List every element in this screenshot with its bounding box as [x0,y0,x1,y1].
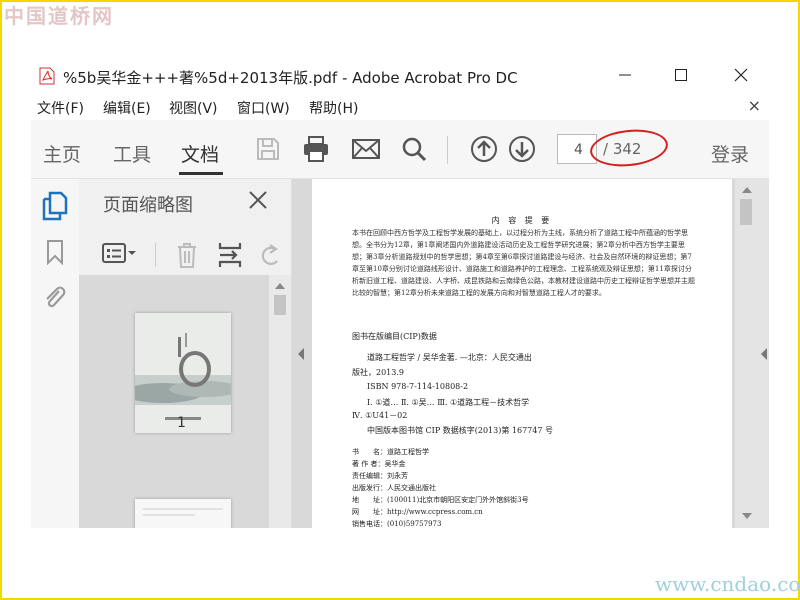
previous-page-button[interactable] [467,132,501,166]
cip-line-1: 道路工程哲学 / 吴华金著. —北京：人民交通出 [367,353,532,362]
acrobat-window: %5b吴华金+++著%5d+2013年版.pdf - Adobe Acrobat… [31,58,769,528]
menu-help[interactable]: 帮助(H) [309,98,358,118]
thumbnail-list: 1 [79,275,269,528]
sign-in-button[interactable]: 登录 [711,140,749,167]
page-thumbnails-panel: 页面缩略图 1 [79,179,292,528]
close-document-icon[interactable]: × [748,96,761,115]
pub-row: 责任编辑：刘永芳 [352,472,408,480]
bookmarks-button[interactable] [45,239,65,269]
pub-row: 著 作 者：吴华金 [352,460,406,468]
pdf-page: 内 容 提 要 本书在回顾中西方哲学及工程哲学发展的基础上，以过程分析为主线，系… [312,179,732,528]
navigation-rail [31,179,79,528]
next-page-button[interactable] [505,132,539,166]
active-tab-indicator [179,172,223,175]
thumbnail-scrollbar[interactable] [269,275,291,528]
pub-row: 出版发行：人民交通出版社 [352,484,436,492]
title-bar: %5b吴华金+++著%5d+2013年版.pdf - Adobe Acrobat… [31,58,769,92]
bookmark-icon [47,240,63,266]
cip-class-2: Ⅳ. ①U41－02 [352,411,408,420]
chevron-down-icon [128,251,136,255]
pub-row: 书 名：道路工程哲学 [352,448,429,456]
insert-page-icon[interactable] [217,241,243,269]
email-button[interactable] [349,132,383,166]
options-menu-icon [102,243,126,263]
maximize-button[interactable] [661,62,701,88]
pub-row: 地 址：(100011)北京市朝阳区安定门外外馆斜街3号 [352,496,529,504]
trash-icon[interactable] [175,241,199,269]
thumbnail-page-label: 1 [177,415,186,431]
panel-toolbar [79,233,291,275]
watermark-top: 中国道桥网 [4,4,114,28]
red-annotation-ellipse [588,126,670,170]
page-thumbnail-2[interactable] [135,499,231,528]
pdf-file-icon [39,67,55,85]
close-icon [734,68,748,82]
rotate-icon[interactable] [257,241,281,269]
main-toolbar: 主页 工具 文档 4 / 342 登录 [31,120,769,179]
paperclip-icon [46,286,66,308]
cip-number: 中国版本图书馆 CIP 数据核字(2013)第 167747 号 [367,426,553,435]
envelope-icon [352,139,380,159]
tab-document[interactable]: 文档 [181,140,219,167]
cip-class: Ⅰ. ①道… Ⅱ. ①吴… Ⅲ. ①道路工程－技术哲学 [367,398,530,407]
arrow-down-circle-icon [509,136,535,162]
cip-title: 图书在版编目(CIP)数据 [352,332,437,341]
save-icon [257,138,279,160]
page-thumbnails-icon [42,191,68,221]
collapse-panel-arrow-icon[interactable] [296,347,306,361]
tab-tools[interactable]: 工具 [113,140,151,167]
scroll-down-icon [742,513,752,519]
panel-toolbar-divider [155,243,156,267]
tab-home[interactable]: 主页 [43,140,81,167]
watermark-bottom: www.cndao.com [655,572,800,596]
maximize-icon [675,69,687,81]
scroll-thumb[interactable] [740,199,752,225]
document-view: 内 容 提 要 本书在回顾中西方哲学及工程哲学发展的基础上，以过程分析为主线，系… [292,179,769,528]
attachments-button[interactable] [41,283,67,315]
menu-edit[interactable]: 编辑(E) [103,98,151,118]
search-button[interactable] [397,132,431,166]
printer-icon [304,136,328,162]
window-title: %5b吴华金+++著%5d+2013年版.pdf - Adobe Acrobat… [63,69,518,87]
scroll-up-icon [275,283,285,289]
panel-title: 页面缩略图 [103,195,193,216]
print-button[interactable] [299,132,333,166]
search-icon [402,137,427,162]
thumbnail-options-button[interactable] [101,241,137,265]
minimize-button[interactable] [605,62,645,88]
close-window-button[interactable] [721,62,761,88]
scroll-up-icon [742,187,752,193]
pub-row: 网 址：http://www.ccpress.com.cn [352,508,483,516]
arrow-up-circle-icon [471,136,497,162]
document-scrollbar[interactable] [735,179,769,528]
summary-paragraph: 本书在回顾中西方哲学及工程哲学发展的基础上，以过程分析为主线，系统分析了道路工程… [352,229,695,297]
cip-line-2: 版社，2013.9 [352,368,404,377]
cip-isbn: ISBN 978-7-114-10808-2 [367,382,469,391]
page-2-preview [135,499,231,528]
expand-right-panel-arrow-icon[interactable] [759,347,769,361]
page-heading: 内 容 提 要 [491,216,553,225]
menu-window[interactable]: 窗口(W) [237,98,290,118]
menu-bar: 文件(F) 编辑(E) 视图(V) 窗口(W) 帮助(H) × [31,94,769,120]
save-button[interactable] [251,132,285,166]
pub-row: 销售电话：(010)59757973 [352,520,442,528]
page-thumbnails-button[interactable] [41,191,69,225]
minimize-icon [619,74,631,76]
scroll-thumb[interactable] [274,295,286,315]
menu-view[interactable]: 视图(V) [169,98,218,118]
toolbar-divider [447,136,448,164]
menu-file[interactable]: 文件(F) [37,98,84,118]
close-panel-icon[interactable] [245,187,271,213]
